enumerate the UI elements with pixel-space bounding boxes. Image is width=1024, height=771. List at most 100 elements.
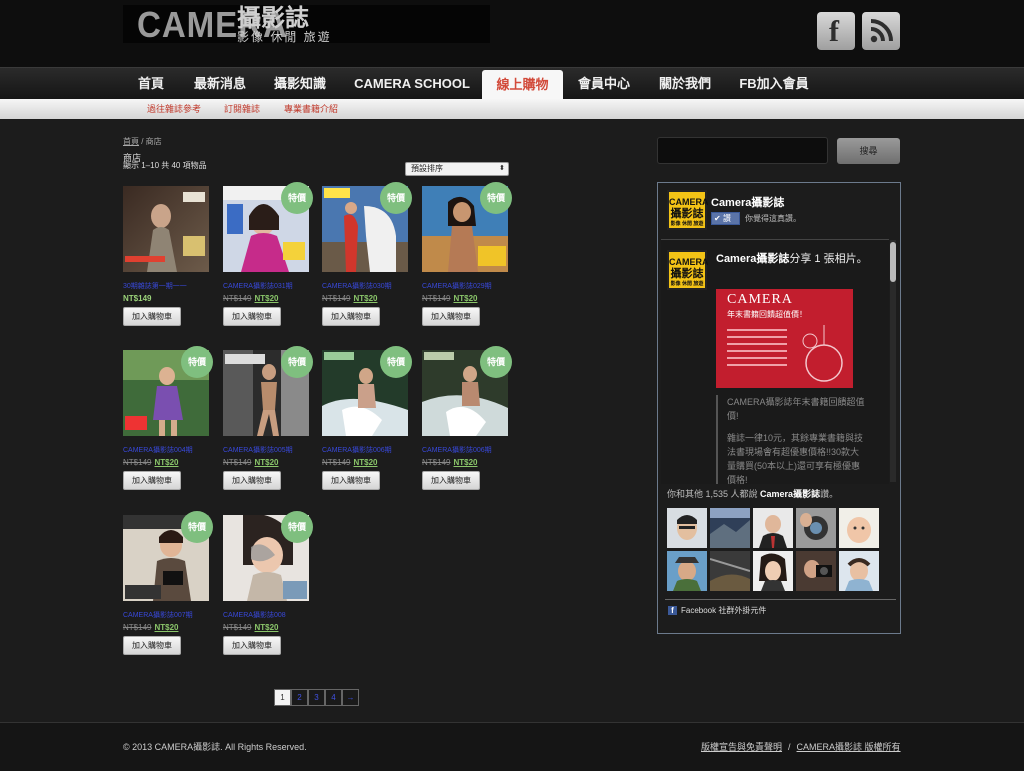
sale-badge: 特價	[380, 182, 412, 214]
fan-avatar[interactable]	[796, 508, 836, 548]
product-card: 特價 CAMERA攝影誌029期 NT$149 NT$20 加入購物車	[422, 182, 512, 326]
nav-item-member-center[interactable]: 會員中心	[571, 68, 637, 100]
add-to-cart-button[interactable]: 加入購物車	[223, 471, 281, 490]
product-card: 特價 CAMERA攝影誌006期 NT$149 NT$20 加入購物車	[422, 346, 512, 490]
next-page-button[interactable]: →	[342, 689, 359, 706]
post-avatar[interactable]: CAMERA 攝影誌 影像 休閒 旅遊	[667, 250, 709, 290]
sale-price: NT$20	[453, 294, 478, 303]
facebook-glyph: f	[829, 15, 839, 48]
sale-price: NT$20	[254, 458, 279, 467]
avatar-line-2: 攝影誌	[670, 268, 704, 280]
current-price: NT$149	[123, 294, 152, 303]
fan-avatar[interactable]	[710, 508, 750, 548]
original-price: NT$149	[223, 294, 252, 303]
subnav-item-past-issues[interactable]: 過往雜誌參考	[147, 99, 201, 119]
nav-item-news[interactable]: 最新消息	[187, 68, 253, 100]
facebook-plugin-label[interactable]: f Facebook 社群外掛元件	[668, 605, 766, 616]
page-link-3[interactable]: 3	[308, 689, 325, 706]
product-name[interactable]: CAMERA攝影誌029期	[422, 281, 512, 291]
add-to-cart-button[interactable]: 加入購物車	[322, 307, 380, 326]
fan-avatar[interactable]	[753, 551, 793, 591]
add-to-cart-button[interactable]: 加入購物車	[223, 636, 281, 655]
divider	[665, 599, 896, 600]
sale-badge: 特價	[281, 182, 313, 214]
post-scrollbar[interactable]	[890, 240, 896, 482]
subnav-item-subscribe[interactable]: 訂閱雜誌	[224, 99, 260, 119]
fan-avatar[interactable]	[753, 508, 793, 548]
product-name[interactable]: CAMERA攝影誌031期	[223, 281, 313, 291]
product-name[interactable]: CAMERA攝影誌030期	[322, 281, 412, 291]
add-to-cart-button[interactable]: 加入購物車	[123, 307, 181, 326]
product-card: 特價 CAMERA攝影誌031期 NT$149 NT$20 加入購物車	[223, 182, 313, 326]
page-avatar[interactable]: CAMERA 攝影誌 影像 休閒 旅遊	[667, 190, 709, 230]
page-link-2[interactable]: 2	[291, 689, 308, 706]
product-name[interactable]: CAMERA攝影誌006期	[422, 445, 512, 455]
post-text-line-1: CAMERA攝影誌年末書籍回饋超值價!	[727, 397, 865, 421]
fan-avatar[interactable]	[667, 508, 707, 548]
fans-count: 你和其他 1,535 人都說	[667, 489, 758, 499]
product-name[interactable]: CAMERA攝影誌007期	[123, 610, 213, 620]
nav-item-knowledge[interactable]: 攝影知識	[267, 68, 333, 100]
logo-tagline: 影像 休閒 旅遊	[237, 30, 332, 44]
page-link-4[interactable]: 4	[325, 689, 342, 706]
fan-avatar[interactable]	[709, 551, 751, 591]
product-name[interactable]: CAMERA攝影誌004期	[123, 445, 213, 455]
result-count: 顯示 1–10 共 40 項物品	[123, 161, 207, 170]
sale-badge: 特價	[281, 511, 313, 543]
like-thumb-icon: ✔	[714, 214, 721, 223]
original-price: NT$149	[422, 294, 451, 303]
search-button[interactable]: 搜尋	[837, 138, 900, 164]
product-name[interactable]: CAMERA攝影誌008	[223, 610, 313, 620]
add-to-cart-button[interactable]: 加入購物車	[223, 307, 281, 326]
nav-item-home[interactable]: 首頁	[123, 68, 179, 100]
product-card: 特價 CAMERA攝影誌030期 NT$149 NT$20 加入購物車	[322, 182, 412, 326]
add-to-cart-button[interactable]: 加入購物車	[123, 471, 181, 490]
sale-badge: 特價	[480, 346, 512, 378]
facebook-like-box: CAMERA 攝影誌 影像 休閒 旅遊 Camera攝影誌 ✔ 讚 你覺得這真讚…	[657, 182, 901, 634]
post-image[interactable]: CAMERA 年末書籍回饋超值價！	[716, 289, 853, 388]
site-logo[interactable]: CAMERA 攝影誌 影像 休閒 旅遊	[123, 5, 490, 43]
product-name[interactable]: 30期雜誌第一期一一	[123, 281, 213, 291]
facebook-post: CAMERA 攝影誌 影像 休閒 旅遊 Camera攝影誌分享 1 張相片。 C…	[661, 239, 889, 484]
facebook-icon[interactable]: f	[817, 12, 855, 50]
breadcrumb-home[interactable]: 首頁	[123, 137, 139, 146]
original-price: NT$149	[123, 623, 152, 632]
fans-page-name[interactable]: Camera攝影誌	[760, 489, 820, 499]
fb-page-name[interactable]: Camera攝影誌	[711, 194, 784, 210]
add-to-cart-button[interactable]: 加入購物車	[422, 471, 480, 490]
page-link-1[interactable]: 1	[274, 689, 291, 706]
nav-item-about[interactable]: 關於我們	[652, 68, 718, 100]
sale-badge: 特價	[380, 346, 412, 378]
fan-avatar[interactable]	[667, 551, 707, 591]
product-name[interactable]: CAMERA攝影誌006期	[322, 445, 412, 455]
product-image[interactable]	[123, 186, 209, 272]
footer-link-disclaimer[interactable]: 版權宣告與免責聲明	[701, 742, 782, 752]
search-input[interactable]	[657, 137, 828, 164]
footer-links: 版權宣告與免責聲明 / CAMERA攝影誌 版權所有	[701, 740, 901, 753]
product-card: 30期雜誌第一期一一 NT$149 加入購物車	[123, 186, 209, 326]
nav-item-fb-join[interactable]: FB加入會員	[732, 68, 816, 100]
rss-glyph	[870, 19, 893, 43]
fan-avatar[interactable]	[796, 551, 836, 591]
footer-link-copyright[interactable]: CAMERA攝影誌 版權所有	[797, 742, 901, 752]
sort-select[interactable]: 預設排序 ⬍	[405, 162, 509, 176]
add-to-cart-button[interactable]: 加入購物車	[123, 636, 181, 655]
scrollbar-thumb[interactable]	[890, 242, 896, 282]
add-to-cart-button[interactable]: 加入購物車	[422, 307, 480, 326]
post-author[interactable]: Camera攝影誌	[716, 253, 789, 265]
product-name[interactable]: CAMERA攝影誌005期	[223, 445, 313, 455]
sale-price: NT$20	[353, 458, 378, 467]
rss-icon[interactable]	[862, 12, 900, 50]
site-footer: © 2013 CAMERA攝影誌. All Rights Reserved. 版…	[0, 723, 1024, 771]
fan-avatar[interactable]	[839, 508, 879, 548]
nav-item-online-shop[interactable]: 線上購物	[482, 70, 563, 100]
product-card: 特價 CAMERA攝影誌006期 NT$149 NT$20 加入購物車	[322, 346, 412, 490]
subnav-item-books[interactable]: 專業書籍介紹	[284, 99, 338, 119]
add-to-cart-button[interactable]: 加入購物車	[322, 471, 380, 490]
product-card: 特價 CAMERA攝影誌008 NT$149 NT$20 加入購物車	[223, 511, 313, 655]
nav-item-camera-school[interactable]: CAMERA SCHOOL	[348, 68, 476, 100]
ornament-icon	[802, 325, 843, 382]
fan-avatar[interactable]	[839, 551, 879, 591]
like-button[interactable]: ✔ 讚	[711, 212, 740, 225]
product-price: NT$149	[123, 294, 151, 303]
